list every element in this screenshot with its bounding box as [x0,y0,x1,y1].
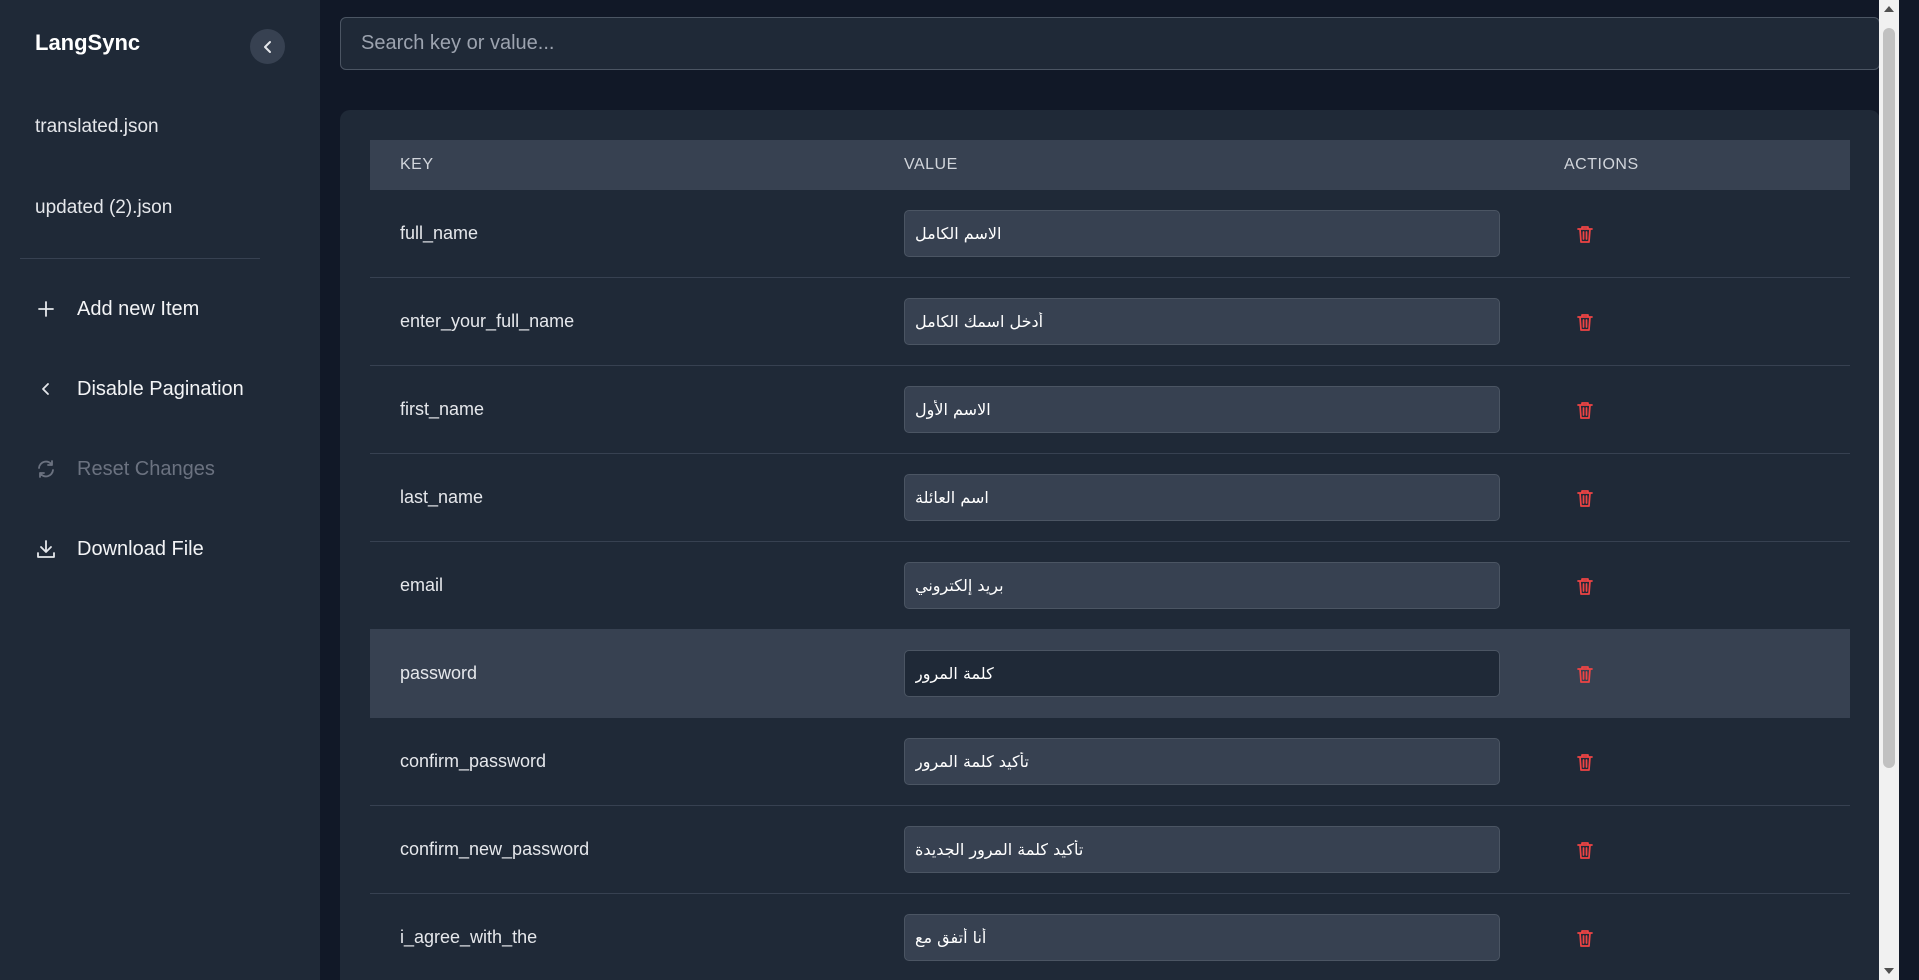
table-header: KEY VALUE ACTIONS [370,140,1850,190]
trash-icon[interactable] [1574,311,1596,333]
plus-icon [33,296,59,322]
file-item-translated[interactable]: translated.json [35,116,159,138]
row-key: i_agree_with_the [400,927,538,947]
main-content: KEY VALUE ACTIONS full_name enter_your_fu… [320,0,1899,980]
table-row: confirm_new_password [370,806,1850,894]
row-value-cell [904,650,1564,697]
row-value-cell [904,474,1564,521]
row-key: enter_your_full_name [400,311,575,331]
row-key: email [400,575,444,595]
trash-icon[interactable] [1574,751,1596,773]
header-value: VALUE [904,156,958,173]
row-actions [1564,751,1850,773]
row-key: first_name [400,399,485,419]
row-actions [1564,575,1850,597]
disable-pagination-label: Disable Pagination [77,377,244,400]
vertical-scrollbar[interactable] [1879,0,1899,980]
chevron-left-icon [33,376,59,402]
row-actions [1564,663,1850,685]
row-key: password [400,663,478,683]
row-actions [1564,927,1850,949]
table-row: full_name [370,190,1850,278]
search-input[interactable] [340,17,1880,70]
header-actions: ACTIONS [1564,156,1639,173]
row-value-cell [904,298,1564,345]
value-input[interactable] [904,562,1500,609]
sidebar-divider [20,258,260,259]
table-row: i_agree_with_the [370,894,1850,980]
row-value-cell [904,210,1564,257]
trash-icon[interactable] [1574,927,1596,949]
scroll-up-icon[interactable] [1884,6,1894,12]
row-key: last_name [400,487,484,507]
table-row: email [370,542,1850,630]
download-file-button[interactable]: Download File [33,536,204,562]
value-input[interactable] [904,826,1500,873]
trash-icon[interactable] [1574,487,1596,509]
value-input[interactable] [904,650,1500,697]
trash-icon[interactable] [1574,575,1596,597]
collapse-sidebar-button[interactable] [250,29,285,64]
value-input[interactable] [904,914,1500,961]
table-row: password [370,630,1850,718]
translations-panel: KEY VALUE ACTIONS full_name enter_your_fu… [340,110,1880,980]
value-input[interactable] [904,210,1500,257]
row-actions [1564,839,1850,861]
chevron-left-icon [263,40,271,53]
download-icon [33,536,59,562]
row-value-cell [904,738,1564,785]
refresh-icon [33,456,59,482]
row-actions [1564,399,1850,421]
table-row: confirm_password [370,718,1850,806]
disable-pagination-button[interactable]: Disable Pagination [33,376,244,402]
app-brand: LangSync [35,30,141,55]
row-value-cell [904,914,1564,961]
row-actions [1564,487,1850,509]
value-input[interactable] [904,298,1500,345]
row-actions [1564,311,1850,333]
app-root: LangSync translated.json updated (2).jso… [0,0,1919,980]
reset-changes-label: Reset Changes [77,457,215,480]
table-row: enter_your_full_name [370,278,1850,366]
value-input[interactable] [904,738,1500,785]
sidebar: LangSync translated.json updated (2).jso… [0,0,320,980]
row-value-cell [904,562,1564,609]
header-key: KEY [400,156,434,173]
row-key: confirm_password [400,751,547,771]
trash-icon[interactable] [1574,839,1596,861]
trash-icon[interactable] [1574,399,1596,421]
table-row: last_name [370,454,1850,542]
reset-changes-button[interactable]: Reset Changes [33,456,215,482]
row-value-cell [904,386,1564,433]
value-input[interactable] [904,474,1500,521]
add-item-label: Add new Item [77,297,200,320]
scroll-thumb[interactable] [1883,28,1895,768]
file-item-updated[interactable]: updated (2).json [35,197,172,219]
download-file-label: Download File [77,537,204,560]
trash-icon[interactable] [1574,223,1596,245]
translations-table: KEY VALUE ACTIONS full_name enter_your_fu… [370,140,1850,980]
table-body: full_name enter_your_full_name first_namel… [370,190,1850,980]
row-key: full_name [400,223,479,243]
row-key: confirm_new_password [400,839,590,859]
scroll-down-icon[interactable] [1884,968,1894,974]
table-row: first_name [370,366,1850,454]
row-value-cell [904,826,1564,873]
row-actions [1564,223,1850,245]
value-input[interactable] [904,386,1500,433]
trash-icon[interactable] [1574,663,1596,685]
add-item-button[interactable]: Add new Item [33,296,199,322]
